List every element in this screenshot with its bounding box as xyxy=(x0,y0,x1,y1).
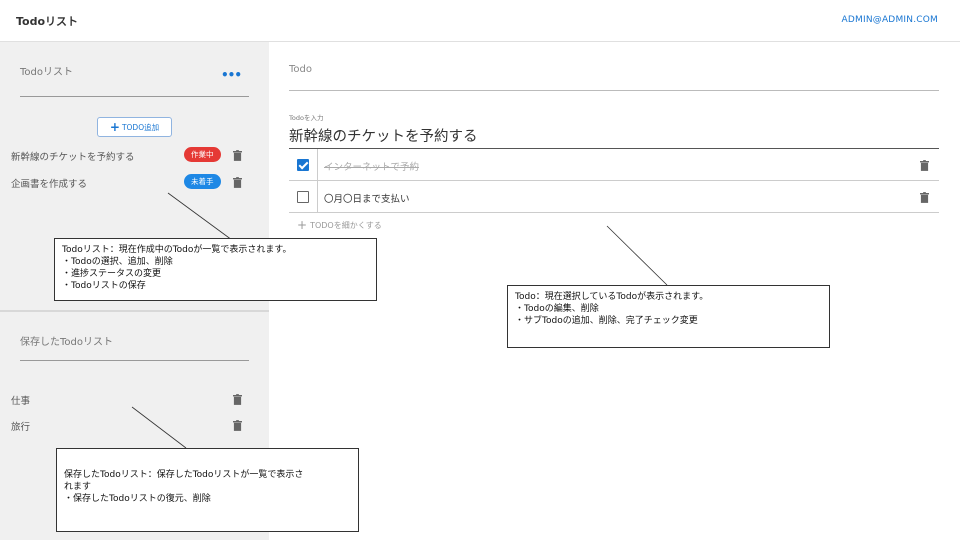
annotation-line: Todo：現在選択しているTodoが表示されます。 xyxy=(515,292,709,302)
annotation-line: ・Todoの編集、削除 xyxy=(515,304,599,314)
connector-line xyxy=(131,406,187,449)
connector-line xyxy=(167,192,233,241)
todo-detail-annotation: Todo：現在選択しているTodoが表示されます。 ・Todoの編集、削除 ・サ… xyxy=(507,285,830,348)
annotation-line: Todoリスト：現在作成中のTodoが一覧で表示されます。 xyxy=(62,245,292,255)
annotation-line: ・サブTodoの追加、削除、完了チェック変更 xyxy=(515,316,698,326)
annotation-line: ・Todoリストの保存 xyxy=(62,281,146,291)
annotation-line: ・進捗ステータスの変更 xyxy=(62,269,162,279)
annotation-line: れます xyxy=(64,482,92,492)
annotation-line: ・Todoの選択、追加、削除 xyxy=(62,257,173,267)
todo-list-annotation: Todoリスト：現在作成中のTodoが一覧で表示されます。 ・Todoの選択、追… xyxy=(54,238,377,301)
annotation-line: 保存したTodoリスト：保存したTodoリストが一覧で表示さ xyxy=(64,470,304,480)
connector-line xyxy=(606,225,668,286)
saved-list-annotation: 保存したTodoリスト：保存したTodoリストが一覧で表示さ れます ・保存した… xyxy=(56,448,359,532)
annotation-line: ・保存したTodoリストの復元、削除 xyxy=(64,494,211,504)
